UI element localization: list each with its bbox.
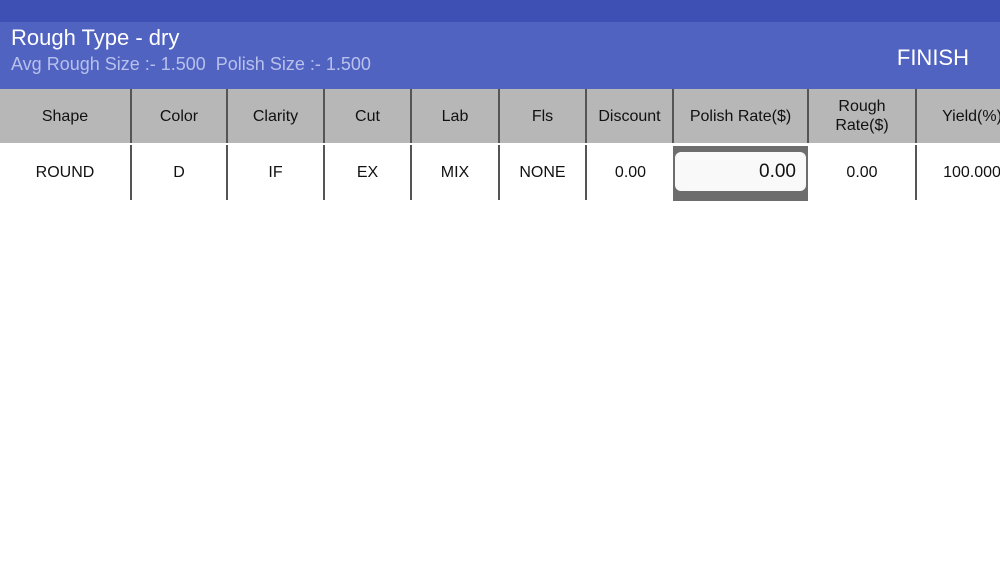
cell-color: D: [132, 145, 228, 200]
cell-clarity: IF: [228, 145, 325, 200]
rate-table: Shape Color Clarity Cut Lab Fls Discount…: [0, 89, 1000, 203]
column-header-lab: Lab: [412, 89, 500, 143]
app-header: Rough Type - dry Avg Rough Size :- 1.500…: [0, 22, 1000, 89]
cell-fls: NONE: [500, 145, 587, 200]
column-header-color: Color: [132, 89, 228, 143]
page-title: Rough Type - dry: [11, 25, 180, 50]
column-header-polish-rate: Polish Rate($): [674, 89, 809, 143]
table-header: Shape Color Clarity Cut Lab Fls Discount…: [0, 89, 1000, 143]
column-header-clarity: Clarity: [228, 89, 325, 143]
status-bar: [0, 0, 1000, 22]
size-summary: Avg Rough Size :- 1.500 Polish Size :- 1…: [11, 54, 371, 74]
column-header-discount: Discount: [587, 89, 674, 143]
polish-rate-cell: [673, 146, 808, 201]
column-header-shape: Shape: [0, 89, 132, 143]
cell-lab: MIX: [412, 145, 500, 200]
polish-rate-input[interactable]: [675, 152, 806, 191]
cell-rough-rate: 0.00: [809, 145, 917, 200]
column-header-cut: Cut: [325, 89, 412, 143]
column-header-rough-rate: Rough Rate($): [809, 89, 917, 143]
cell-yield: 100.000: [943, 163, 1000, 181]
column-header-fls: Fls: [500, 89, 587, 143]
cell-shape: ROUND: [0, 145, 132, 200]
table-row[interactable]: ROUND D IF EX MIX NONE 0.00 0.00 100.000: [0, 143, 1000, 203]
column-header-yield: Yield(%): [942, 107, 1000, 125]
cell-cut: EX: [325, 145, 412, 200]
cell-discount: 0.00: [614, 163, 647, 181]
finish-button[interactable]: FINISH: [897, 45, 969, 71]
